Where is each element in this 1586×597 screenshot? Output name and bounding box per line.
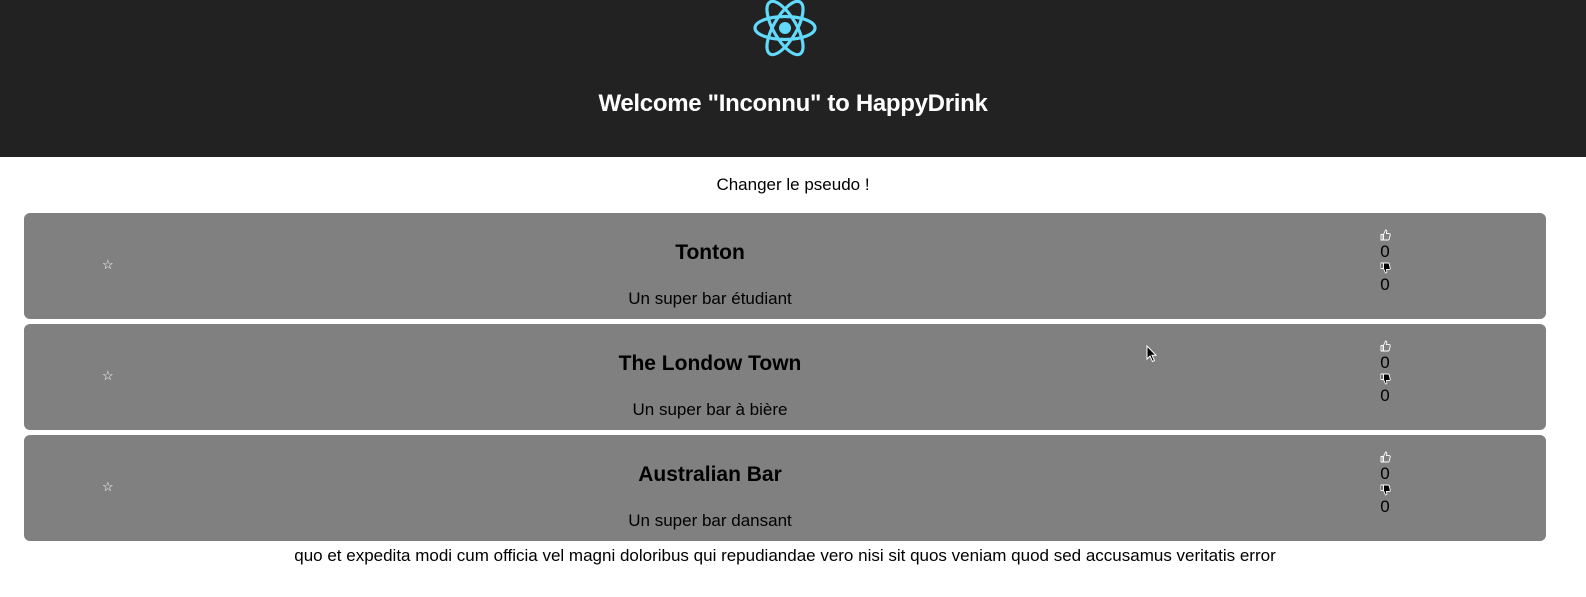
like-count: 0 <box>1380 353 1390 372</box>
thumbs-down-icon[interactable] <box>1380 484 1391 496</box>
bar-name: Australian Bar <box>638 463 782 486</box>
like-count: 0 <box>1380 464 1390 483</box>
bar-name: The Londow Town <box>618 352 802 375</box>
vote-panel: 0 0 <box>1366 229 1404 295</box>
thumbs-up-icon[interactable] <box>1380 229 1391 241</box>
thumbs-up-icon[interactable] <box>1380 340 1391 352</box>
react-atom-icon <box>753 0 817 57</box>
page-title: Welcome "Inconnu" to HappyDrink <box>598 90 988 117</box>
vote-panel: 0 0 <box>1366 340 1404 406</box>
mouse-cursor-icon <box>1146 345 1158 363</box>
thumbs-up-icon[interactable] <box>1380 451 1391 463</box>
bar-card: ☆ Australian Bar Un super bar dansant 0 … <box>24 435 1546 541</box>
thumbs-down-icon[interactable] <box>1380 373 1391 385</box>
bar-name: Tonton <box>675 241 745 264</box>
dislike-count: 0 <box>1380 497 1390 516</box>
bar-card: ☆ Tonton Un super bar étudiant 0 0 <box>24 213 1546 319</box>
bar-description: Un super bar à bière <box>632 400 788 419</box>
vote-panel: 0 0 <box>1366 451 1404 517</box>
bar-description: Un super bar dansant <box>628 511 792 530</box>
bar-description: Un super bar étudiant <box>628 289 792 308</box>
thumbs-down-icon[interactable] <box>1380 262 1391 274</box>
like-count: 0 <box>1380 242 1390 261</box>
footer-text: quo et expedita modi cum officia vel mag… <box>294 546 1276 565</box>
app-header: Welcome "Inconnu" to HappyDrink <box>0 0 1586 157</box>
bar-card: ☆ The Londow Town Un super bar à bière 0… <box>24 324 1546 430</box>
dislike-count: 0 <box>1380 386 1390 405</box>
change-pseudo-link[interactable]: Changer le pseudo ! <box>0 175 1586 195</box>
dislike-count: 0 <box>1380 275 1390 294</box>
